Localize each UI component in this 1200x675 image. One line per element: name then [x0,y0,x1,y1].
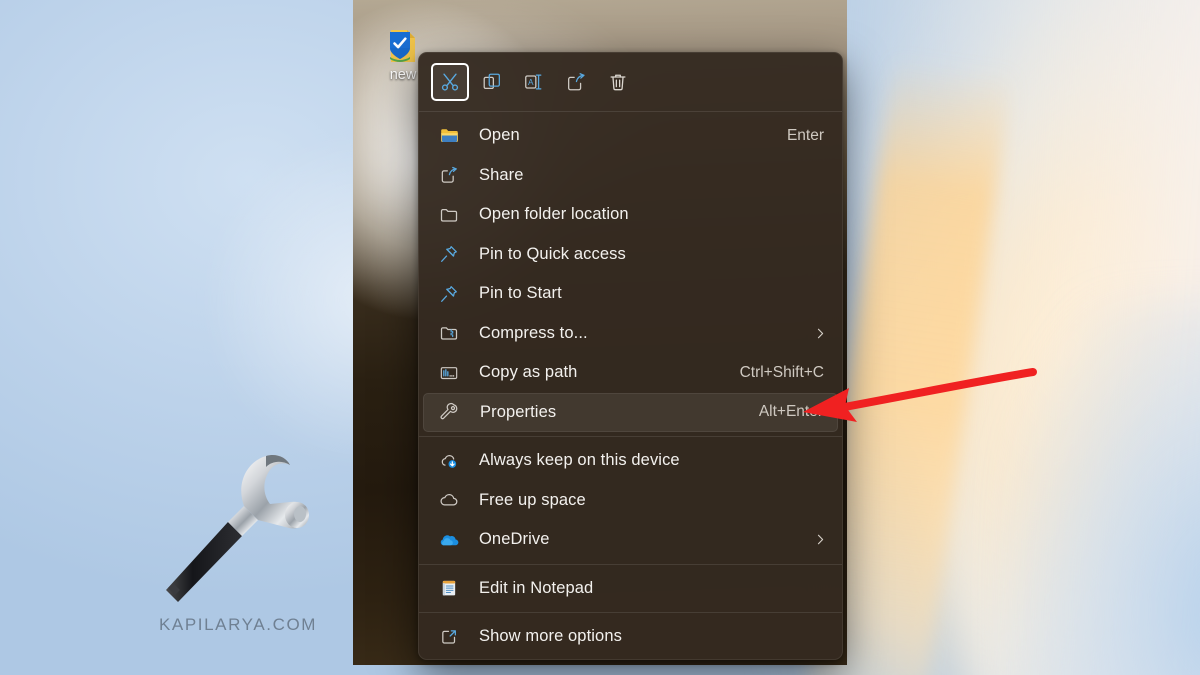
menu-item-free-up-space[interactable]: Free up space [423,481,838,521]
menu-item-accel: Alt+Enter [758,403,823,421]
wallpaper-swirl-blue [1010,300,1200,675]
wrench-icon [438,400,462,424]
menu-item-open[interactable]: Open Enter [423,116,838,156]
context-menu-group-1: Open Enter Share Open folder location Pi… [419,112,842,436]
share-icon [437,163,461,187]
pin-icon [437,282,461,306]
context-menu[interactable]: A Open Enter Share Open folder location … [418,52,843,660]
cloud-download-icon [437,449,461,473]
menu-item-onedrive[interactable]: OneDrive [423,520,838,560]
menu-item-label: Properties [480,402,557,421]
site-watermark: KAPILARYA.COM [158,615,318,634]
menu-item-properties[interactable]: Properties Alt+Enter [423,392,838,432]
context-menu-toolbar: A [419,53,842,111]
menu-item-label: Show more options [479,627,622,646]
context-menu-group-4: Show more options [419,613,842,659]
menu-item-show-more-options[interactable]: Show more options [423,617,838,657]
menu-item-label: Pin to Start [479,284,562,303]
menu-item-always-keep-on-this-device[interactable]: Always keep on this device [423,441,838,481]
scissors-icon [441,73,459,91]
show-more-options-icon [437,625,461,649]
rename-button[interactable]: A [515,63,553,101]
chevron-right-icon [812,532,828,548]
menu-item-pin-to-quick-access[interactable]: Pin to Quick access [423,235,838,275]
compress-icon [437,321,461,345]
hammer-icon [166,455,309,602]
share-button[interactable] [557,63,595,101]
menu-item-label: Compress to... [479,323,588,342]
notepad-icon [437,576,461,600]
menu-item-share[interactable]: Share [423,156,838,196]
context-menu-group-2: Always keep on this device Free up space [419,437,842,564]
menu-item-accel: Enter [786,126,824,144]
menu-item-compress-to[interactable]: Compress to... [423,314,838,354]
screenshot-root: KAPILARYA.COM new A Open Enter Share Ope… [0,0,1200,675]
share-icon [568,73,585,91]
menu-item-label: Pin to Quick access [479,244,626,263]
delete-button[interactable] [599,63,637,101]
file-onedrive-synced-icon [390,30,415,62]
menu-item-label: Always keep on this device [479,451,680,470]
menu-item-accel: Ctrl+Shift+C [739,363,824,381]
menu-item-label: Copy as path [479,363,578,382]
onedrive-icon [437,528,461,552]
menu-item-label: Open [479,126,520,145]
pin-icon [437,242,461,266]
menu-item-open-folder-location[interactable]: Open folder location [423,195,838,235]
menu-item-label: Share [479,165,524,184]
menu-item-label: Edit in Notepad [479,578,594,597]
copy-as-path-icon [437,361,461,385]
menu-item-copy-as-path[interactable]: Copy as path Ctrl+Shift+C [423,353,838,393]
chevron-right-icon [812,325,828,341]
context-menu-group-3: Edit in Notepad [419,565,842,613]
cut-button[interactable] [431,63,469,101]
menu-item-label: Free up space [479,490,586,509]
copy-icon [483,73,500,90]
cloud-outline-icon [437,488,461,512]
trash-icon [610,74,626,91]
rename-icon: A [525,74,542,90]
menu-item-pin-to-start[interactable]: Pin to Start [423,274,838,314]
folder-icon [437,203,461,227]
folder-open-icon [437,124,461,148]
svg-text:A: A [528,78,534,87]
copy-button[interactable] [473,63,511,101]
menu-item-label: Open folder location [479,205,629,224]
menu-item-edit-in-notepad[interactable]: Edit in Notepad [423,569,838,609]
menu-item-label: OneDrive [479,530,550,549]
